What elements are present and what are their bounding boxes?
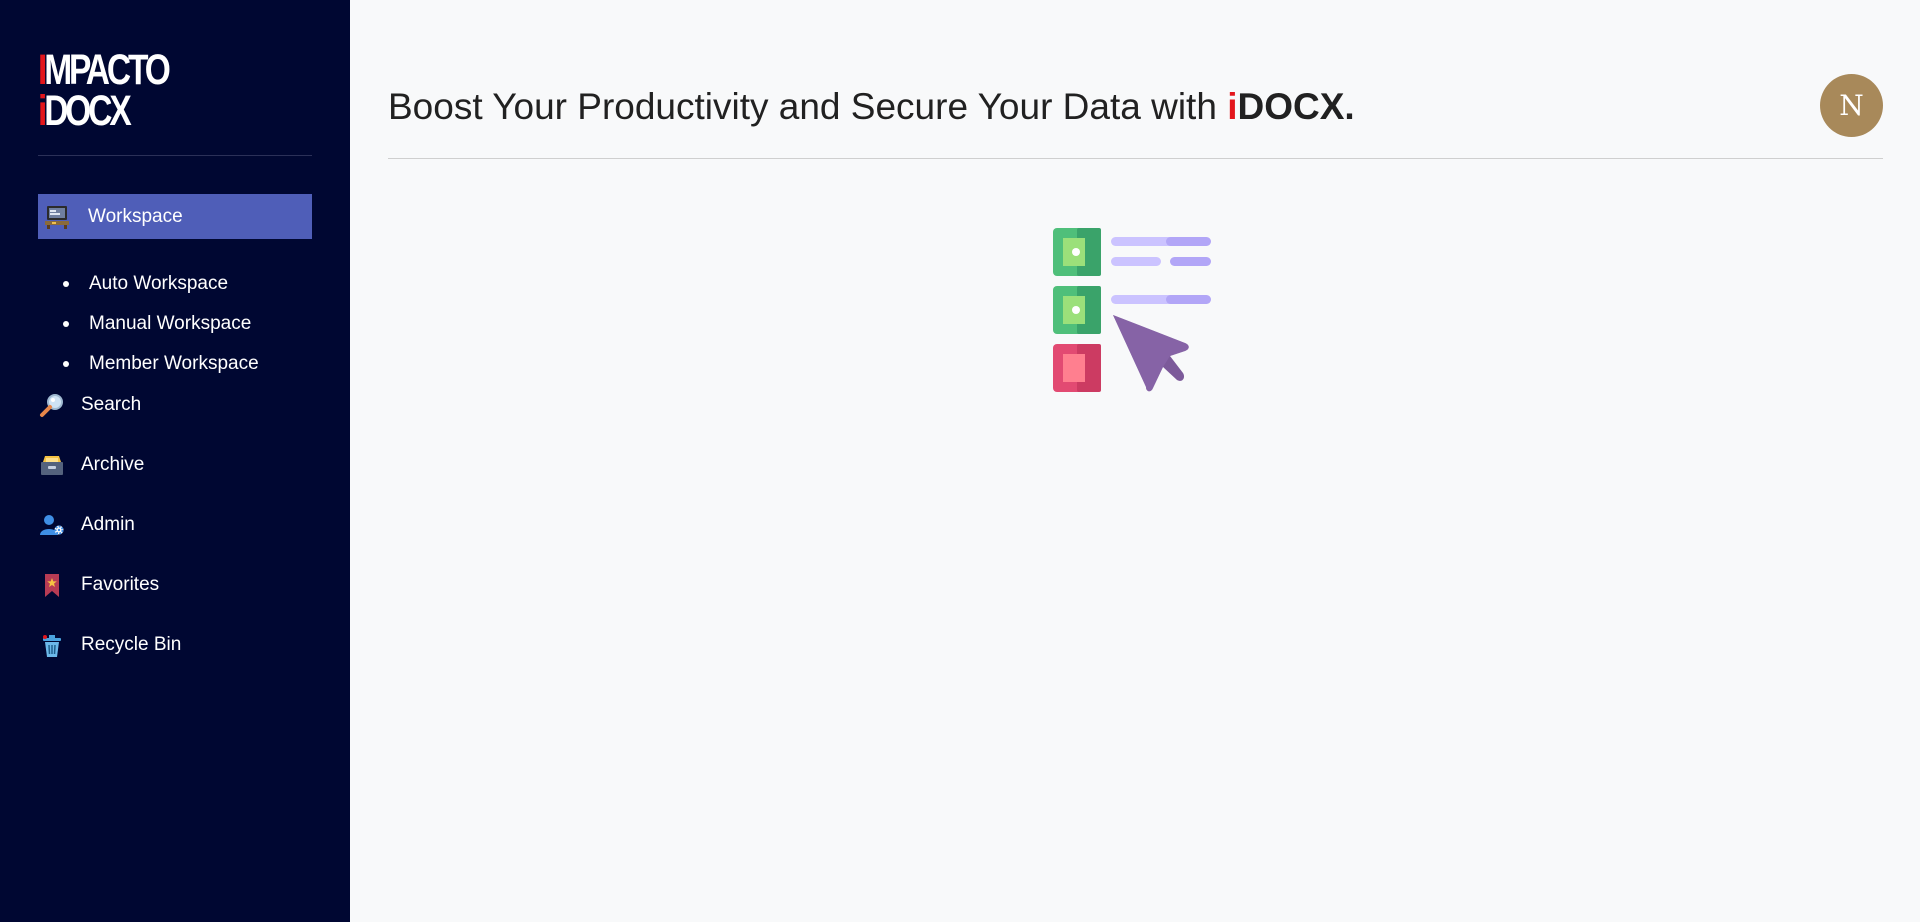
sidebar-item-label: Workspace	[88, 205, 183, 227]
archive-icon	[38, 451, 66, 479]
sidebar-subitem-member-workspace[interactable]: Member Workspace	[63, 344, 259, 384]
sidebar-item-workspace[interactable]: Workspace	[38, 194, 312, 239]
sidebar-item-admin[interactable]: Admin	[38, 502, 312, 547]
sidebar: IMPACTO iDOCX Workspace Auto Workspace M…	[0, 0, 350, 922]
search-icon	[38, 391, 66, 419]
bullet-icon	[63, 321, 69, 327]
sidebar-subitem-auto-workspace[interactable]: Auto Workspace	[63, 264, 259, 304]
sidebar-item-archive[interactable]: Archive	[38, 442, 312, 487]
sidebar-item-label: Favorites	[81, 573, 160, 595]
bullet-icon	[63, 361, 69, 367]
page-title-text: Boost Your Productivity and Secure Your …	[388, 86, 1228, 127]
sidebar-subitem-manual-workspace[interactable]: Manual Workspace	[63, 304, 259, 344]
header-divider	[388, 158, 1883, 159]
bullet-icon	[63, 281, 69, 287]
app-logo[interactable]: IMPACTO iDOCX	[38, 46, 178, 138]
brand-name: iDOCX.	[1227, 86, 1355, 127]
logo-line-idocx: iDOCX	[38, 87, 132, 135]
sidebar-divider	[38, 155, 312, 156]
sidebar-item-label: Admin	[81, 513, 135, 535]
bookmark-star-icon	[38, 571, 66, 599]
sidebar-item-favorites[interactable]: Favorites	[38, 562, 312, 607]
page-header: Boost Your Productivity and Secure Your …	[388, 78, 1355, 136]
page-title: Boost Your Productivity and Secure Your …	[388, 86, 1355, 128]
sidebar-item-label: Archive	[81, 453, 145, 475]
sidebar-subitem-label: Auto Workspace	[89, 273, 229, 294]
sidebar-subitem-label: Manual Workspace	[89, 313, 252, 334]
workspace-icon	[43, 203, 71, 231]
sidebar-item-search[interactable]: Search	[38, 382, 312, 427]
admin-user-gear-icon	[38, 511, 66, 539]
main-content: Boost Your Productivity and Secure Your …	[350, 0, 1920, 922]
recycle-bin-icon	[38, 631, 66, 659]
sidebar-item-label: Search	[81, 393, 142, 415]
user-avatar[interactable]: N	[1820, 74, 1883, 137]
avatar-initial: N	[1839, 89, 1864, 122]
sidebar-subitem-label: Member Workspace	[89, 353, 259, 374]
checklist-select-illustration-icon	[1050, 223, 1230, 403]
workspace-submenu: Auto Workspace Manual Workspace Member W…	[63, 264, 259, 384]
sidebar-item-recycle-bin[interactable]: Recycle Bin	[38, 622, 312, 667]
sidebar-item-label: Recycle Bin	[81, 633, 182, 655]
logo-line-impacto: IMPACTO	[38, 46, 171, 94]
